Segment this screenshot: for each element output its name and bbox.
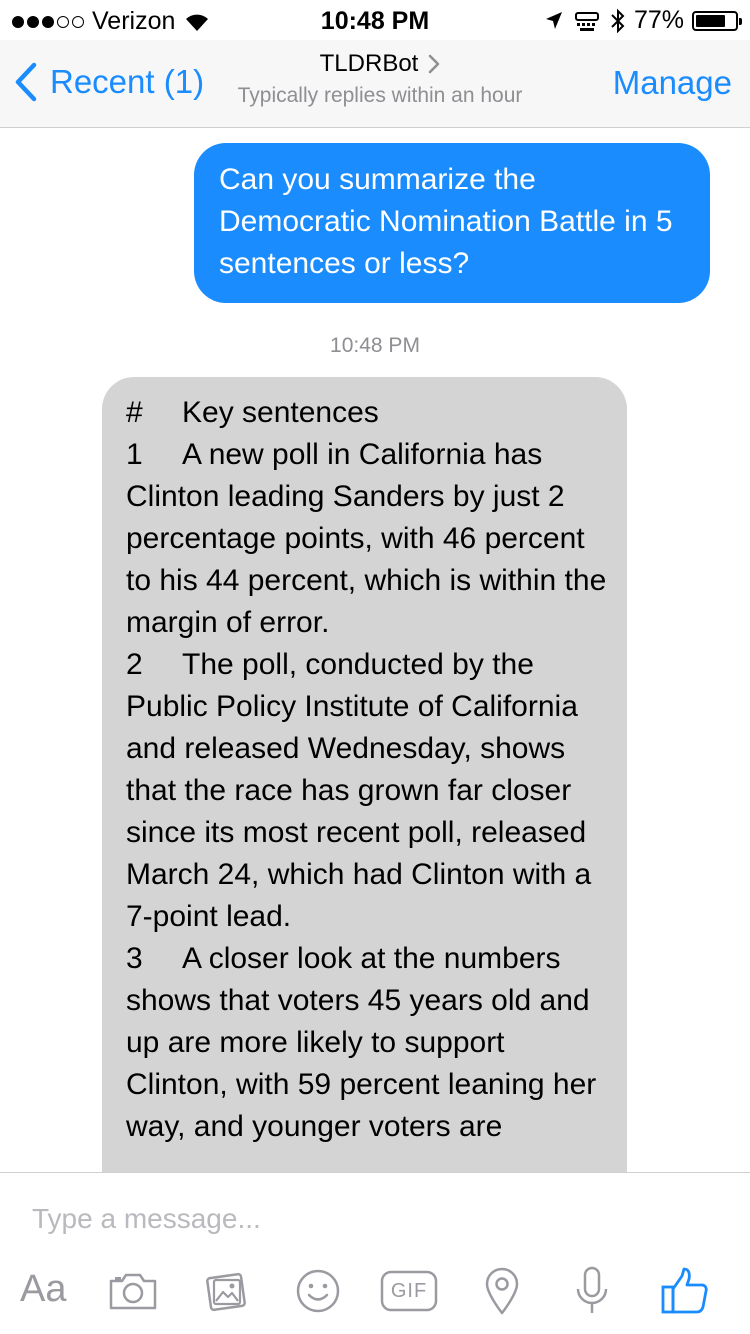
sentence-text-rest: Public Policy Institute of California an… [126,690,600,933]
bluetooth-icon [611,8,625,33]
back-label: Recent (1) [50,63,205,100]
gif-button[interactable]: GIF [380,1261,438,1321]
chevron-left-icon [15,62,37,102]
outgoing-message[interactable]: Can you summarize the Democratic Nominat… [194,143,710,303]
summary-header-text: Key sentences [182,396,379,429]
sticker-button[interactable] [294,1261,342,1321]
sentence-number: 3 [126,942,143,975]
status-right: 77% [544,6,742,35]
camera-button[interactable] [108,1261,158,1321]
photo-button[interactable] [203,1261,251,1321]
battery-icon [692,10,742,31]
like-button[interactable] [660,1261,710,1321]
page-title: TLDRBot [319,50,419,77]
battery-percent: 77% [633,6,684,34]
sentence-text-start: A new poll in California has [182,438,543,471]
smiley-icon [296,1269,340,1313]
chevron-right-icon [429,54,440,74]
sentence-text-start: A closer look at the numbers [182,942,561,975]
microphone-icon [576,1266,608,1313]
gif-label: GIF [390,1279,428,1302]
thumbs-up-icon [661,1267,708,1314]
manage-button[interactable]: Manage [613,64,732,102]
incoming-message[interactable]: # Key sentences 1 A new poll in California… [102,377,627,1172]
summary-sentence-2: 2 The poll, conducted by the [126,644,607,686]
nav-subtitle: Typically replies within an hour [237,84,523,107]
message-timestamp: 10:48 PM [330,334,420,357]
summary-header: # Key sentences [126,392,607,434]
message-input[interactable]: Type a message... [32,1203,261,1235]
nav-bar: Recent (1) TLDRBot Typically replies wit… [0,40,750,128]
sentence-text-rest: shows that voters 45 years old and up ar… [126,984,605,1143]
status-bar: Verizon 10:48 PM 77% [0,0,750,40]
summary-sentence-3: 3 A closer look at the numbers [126,938,607,980]
voice-button[interactable] [574,1261,610,1321]
location-pin-icon [485,1267,519,1315]
back-button[interactable]: Recent (1) [14,62,204,102]
text-format-button[interactable]: Aa [20,1259,66,1319]
composer: Type a message... Aa GIF [0,1172,750,1334]
conversation-header[interactable]: TLDRBot Typically replies within an hour [200,50,560,108]
summary-header-num: # [126,396,143,429]
battery-fill [696,14,726,27]
sentence-text-rest: Clinton leading Sanders by just 2 percen… [126,480,615,639]
composer-toolbar: Aa GIF [0,1261,750,1321]
camera-icon [109,1273,157,1310]
location-button[interactable] [482,1261,522,1321]
conversation[interactable]: Can you summarize the Democratic Nominat… [0,128,750,1172]
sentence-text-start: The poll, conducted by the [182,648,534,681]
summary-sentence-1: 1 A new poll in California has [126,434,607,476]
sentence-number: 1 [126,438,143,471]
location-arrow-icon [545,11,562,29]
photo-icon [206,1272,246,1312]
tty-icon [574,11,599,31]
sentence-number: 2 [126,648,143,681]
